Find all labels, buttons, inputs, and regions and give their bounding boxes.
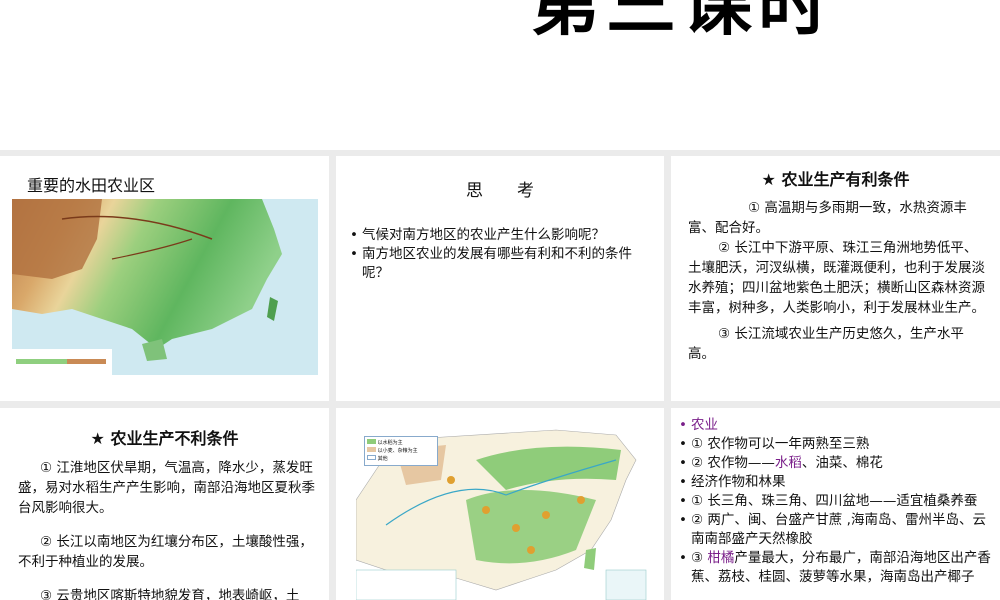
slide-heading: 重要的水田农业区 <box>27 176 156 195</box>
list-item: 气候对南方地区的农业产生什么影响呢？ <box>348 226 642 245</box>
list-item: ① 农作物可以一年两熟至三熟 <box>677 435 996 454</box>
text: ③ <box>691 550 708 566</box>
slide-heading: 思 考 <box>466 181 534 201</box>
highlight-text: 水稻 <box>774 455 802 471</box>
text: 、油菜、棉花 <box>801 455 883 471</box>
slide-thumbnail-6[interactable]: 农业 ① 农作物可以一年两熟至三熟 ② 农作物——水稻、油菜、棉花 经济作物和林… <box>671 408 1000 600</box>
agriculture-list: 农业 ① 农作物可以一年两熟至三熟 ② 农作物——水稻、油菜、棉花 经济作物和林… <box>677 416 996 587</box>
slide-thumbnail-5[interactable]: 以水稻为主 以小麦、杂粮为主 其他 <box>336 408 664 600</box>
map-legend: 以水稻为主 以小麦、杂粮为主 其他 <box>364 436 438 466</box>
slide-thumbnail-3[interactable]: ★ 农业生产有利条件 ① 高温期与多雨期一致，水热资源丰富、配合好。 ② 长江中… <box>671 156 1000 401</box>
legend-item-rice: 以水稻为主 <box>367 439 435 447</box>
list-item: 南方地区农业的发展有哪些有利和不利的条件呢？ <box>348 245 642 283</box>
slide-thumbnail-2[interactable]: 思 考 气候对南方地区的农业产生什么影响呢？ 南方地区农业的发展有哪些有利和不利… <box>336 156 664 401</box>
slide-thumbnail-1[interactable]: 重要的水田农业区 <box>0 156 329 401</box>
legend-label: 以水稻为主 <box>377 440 403 446</box>
paragraph: ① 高温期与多雨期一致，水热资源丰富、配合好。 <box>688 200 967 236</box>
list-item: 经济作物和林果 <box>677 473 996 492</box>
paragraph: ① 江淮地区伏旱期，气温高，降水少，蒸发旺盛，易对水稻生产产生影响，南部沿海地区… <box>18 460 315 516</box>
terrain-map <box>12 199 318 375</box>
slide-body: ① 高温期与多雨期一致，水热资源丰富、配合好。 ② 长江中下游平原、珠江三角洲地… <box>688 198 990 364</box>
question-list: 气候对南方地区的农业产生什么影响呢？ 南方地区农业的发展有哪些有利和不利的条件呢… <box>348 226 642 283</box>
highlight-text: 柑橘 <box>707 550 735 566</box>
legend-label: 其他 <box>377 456 388 462</box>
legend-item-wheat: 以小麦、杂粮为主 <box>367 447 435 455</box>
list-item: 农业 <box>677 416 996 435</box>
list-item: ② 农作物——水稻、油菜、棉花 <box>677 454 996 473</box>
paragraph: ③ 长江流域农业生产历史悠久，生产水平高。 <box>688 326 964 362</box>
slide-heading: ★ 农业生产有利条件 <box>761 170 910 189</box>
legend-item-other: 其他 <box>367 455 435 463</box>
legend-label: 以小麦、杂粮为主 <box>377 448 418 454</box>
paragraph: ② 长江以南地区为红壤分布区，土壤酸性强，不利于种植业的发展。 <box>18 534 313 570</box>
slide-title-thumbnail[interactable]: 第三课时 <box>0 0 1000 150</box>
paragraph: ② 长江中下游平原、珠江三角洲地势低平、土壤肥沃，河汊纵横，既灌溉便利，也利于发… <box>688 240 985 316</box>
slide-body: ① 江淮地区伏旱期，气温高，降水少，蒸发旺盛，易对水稻生产产生影响，南部沿海地区… <box>18 458 321 600</box>
text: ② 农作物—— <box>691 455 775 471</box>
text: 产量最大，分布最广，南部沿海地区出产香蕉、荔枝、桂圆、菠萝等水果，海南岛出产椰子 <box>691 550 991 585</box>
list-item: ① 长三角、珠三角、四川盆地——适宜植桑养蚕 <box>677 492 996 511</box>
list-item: ② 两广、闽、台盛产甘蔗 ,海南岛、雷州半岛、云南南部盛产天然橡胶 <box>677 511 996 549</box>
slide-title: 第三课时 <box>530 0 834 45</box>
list-item: ③ 柑橘产量最大，分布最广，南部沿海地区出产香蕉、荔枝、桂圆、菠萝等水果，海南岛… <box>677 549 996 587</box>
paragraph: ③ 云贵地区喀斯特地貌发育，地表崎岖，土 <box>40 588 300 600</box>
slide-thumbnail-4[interactable]: ★ 农业生产不利条件 ① 江淮地区伏旱期，气温高，降水少，蒸发旺盛，易对水稻生产… <box>0 408 329 600</box>
slide-heading: ★ 农业生产不利条件 <box>90 429 239 448</box>
